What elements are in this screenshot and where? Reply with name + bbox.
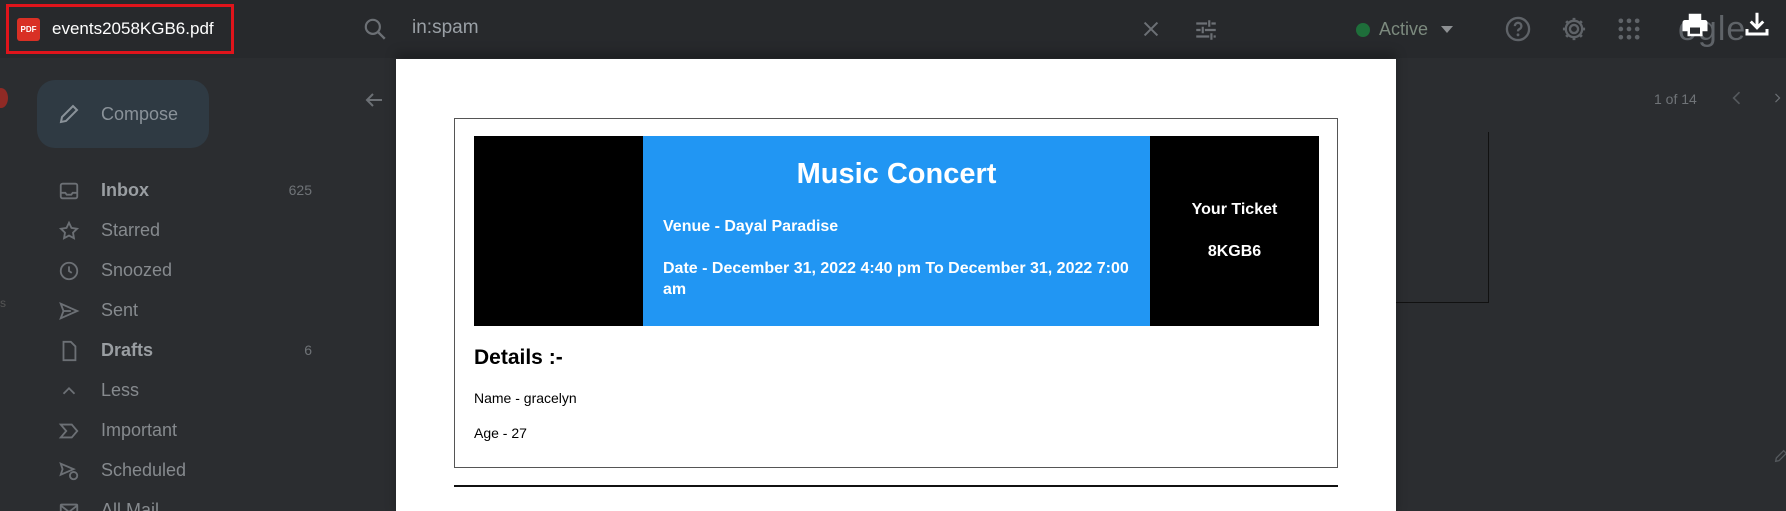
status-selector[interactable]: Active — [1356, 19, 1454, 40]
search-options-icon[interactable] — [1193, 17, 1219, 43]
sidebar-item-label: Inbox — [101, 179, 149, 200]
pdf-file-title: PDF events2058KGB6.pdf — [6, 4, 234, 54]
sidebar-item-label: Snoozed — [101, 259, 173, 280]
ticket-left-block — [474, 136, 643, 326]
attendee-name: Name - gracelyn — [474, 390, 577, 406]
print-icon[interactable] — [1680, 10, 1710, 40]
details-heading: Details :- — [474, 346, 563, 369]
chevron-down-icon — [1441, 26, 1454, 33]
ticket-card: Music Concert Venue - Dayal Paradise Dat… — [454, 118, 1338, 468]
sidebar-item-all-mail[interactable]: All Mail — [0, 490, 330, 511]
status-dot-icon — [1356, 22, 1370, 37]
sidebar-item-inbox[interactable]: Inbox 625 — [0, 170, 330, 210]
sidebar-nav: Inbox 625 Starred Snoozed Sent Drafts 6 … — [0, 170, 330, 511]
help-icon[interactable] — [1504, 15, 1532, 43]
sidebar-item-drafts[interactable]: Drafts 6 — [0, 330, 330, 370]
sidebar-item-label: Starred — [101, 219, 161, 240]
clear-search-icon[interactable] — [1140, 18, 1162, 40]
clock-icon — [59, 261, 79, 281]
email-attachment-frame — [1395, 132, 1489, 303]
event-date: Date - December 31, 2022 4:40 pm To Dece… — [663, 260, 1129, 298]
search-input[interactable]: in:spam — [412, 17, 479, 39]
sidebar-item-count: 6 — [304, 342, 312, 358]
sidebar-item-count: 625 — [288, 182, 312, 198]
sidebar-item-scheduled[interactable]: Scheduled — [0, 450, 330, 490]
pdf-page: Music Concert Venue - Dayal Paradise Dat… — [396, 59, 1396, 511]
inbox-icon — [59, 182, 79, 200]
event-venue: Venue - Dayal Paradise — [663, 218, 839, 235]
ticket-code: 8KGB6 — [1207, 243, 1262, 260]
search-icon[interactable] — [362, 16, 388, 42]
sidebar-item-label: All Mail — [101, 499, 160, 511]
edit-icon[interactable] — [1773, 448, 1786, 464]
pdf-file-icon: PDF — [17, 17, 40, 41]
back-arrow-icon[interactable] — [362, 88, 386, 112]
gmail-top-bar: in:spam Active ogle — [0, 0, 1786, 58]
sidebar-item-label: Drafts — [101, 339, 154, 360]
ticket-main-block: Music Concert Venue - Dayal Paradise Dat… — [643, 136, 1150, 326]
page-divider — [454, 485, 1338, 487]
star-icon — [58, 220, 80, 240]
ticket-band: Music Concert Venue - Dayal Paradise Dat… — [474, 136, 1319, 326]
scheduled-send-icon — [59, 462, 79, 481]
chevron-up-icon — [62, 386, 76, 395]
sidebar-item-sent[interactable]: Sent — [0, 290, 330, 330]
event-title: Music Concert — [796, 158, 997, 190]
apps-grid-icon[interactable] — [1615, 15, 1643, 43]
sidebar-item-label: Important — [101, 419, 178, 440]
ticket-stub: Your Ticket 8KGB6 — [1150, 136, 1319, 326]
draft-file-icon — [62, 340, 77, 362]
compose-button[interactable]: Compose — [37, 80, 209, 148]
gear-icon[interactable] — [1560, 15, 1588, 43]
download-icon[interactable] — [1742, 9, 1772, 39]
attendee-age: Age - 27 — [474, 425, 527, 441]
sidebar-item-label: Scheduled — [101, 459, 187, 480]
chevron-right-icon[interactable] — [1772, 88, 1786, 108]
notification-dot-icon — [0, 88, 8, 108]
compose-label: Compose — [101, 103, 179, 124]
mail-icon — [59, 503, 79, 511]
pdf-file-name: events2058KGB6.pdf — [52, 19, 214, 38]
status-label: Active — [1379, 19, 1429, 39]
important-icon — [58, 423, 79, 439]
sidebar-edge-fragment: s — [0, 296, 6, 310]
sidebar-item-less[interactable]: Less — [0, 370, 330, 410]
sidebar-item-starred[interactable]: Starred — [0, 210, 330, 250]
sidebar-item-label: Sent — [101, 299, 139, 320]
chevron-left-icon[interactable] — [1727, 88, 1747, 108]
sidebar-item-snoozed[interactable]: Snoozed — [0, 250, 330, 290]
sidebar-item-important[interactable]: Important — [0, 410, 330, 450]
ticket-label: Your Ticket — [1191, 201, 1278, 218]
sidebar-item-label: Less — [101, 379, 140, 400]
pagination-text: 1 of 14 — [1654, 91, 1697, 107]
pencil-icon — [59, 104, 79, 124]
send-icon — [59, 301, 80, 321]
